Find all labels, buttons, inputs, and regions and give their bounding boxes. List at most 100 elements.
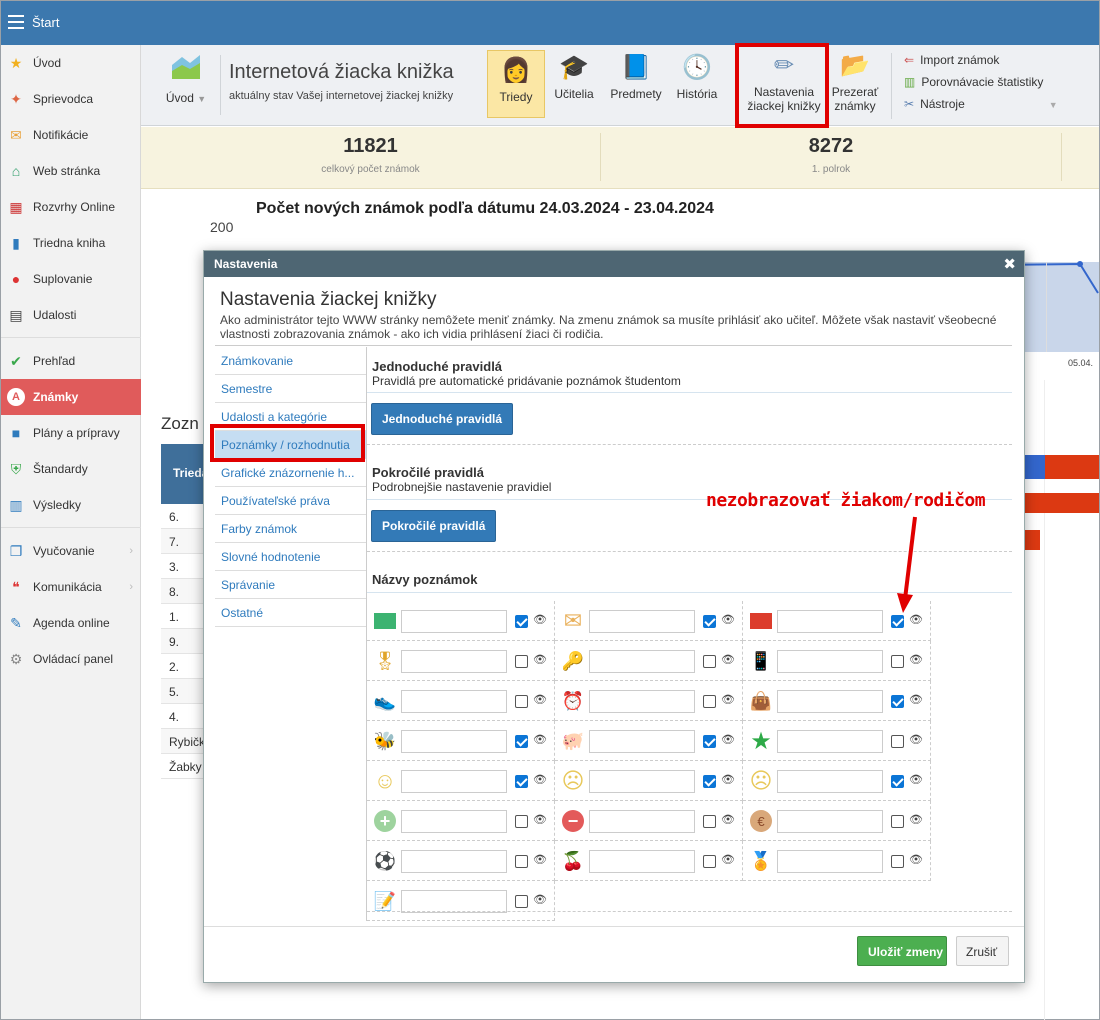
hide-checkbox[interactable] bbox=[891, 775, 904, 788]
table-row[interactable]: 1. bbox=[161, 604, 203, 629]
sidebar-item-znamky[interactable]: A Známky bbox=[1, 379, 141, 415]
hide-checkbox[interactable] bbox=[891, 695, 904, 708]
save-button[interactable]: Uložiť zmeny bbox=[857, 936, 947, 966]
note-name-input[interactable] bbox=[777, 850, 883, 873]
hide-checkbox[interactable] bbox=[515, 695, 528, 708]
nav-item-slovne[interactable]: Slovné hodnotenie bbox=[215, 543, 367, 571]
sidebar-item-vyucovanie[interactable]: ❐ Vyučovanie › bbox=[1, 534, 141, 568]
sidebar-item-udalosti[interactable]: ▤ Udalosti bbox=[1, 298, 141, 332]
note-name-input[interactable] bbox=[401, 890, 507, 913]
sidebar-item-vysledky[interactable]: ▥ Výsledky bbox=[1, 488, 141, 522]
sidebar-item-notifikacie[interactable]: ✉ Notifikácie bbox=[1, 118, 141, 152]
sidebar-item-uvod[interactable]: ★ Úvod bbox=[1, 46, 141, 80]
cancel-button[interactable]: Zrušiť bbox=[956, 936, 1009, 966]
historia-button[interactable]: 🕓 História bbox=[673, 53, 721, 101]
hide-checkbox[interactable] bbox=[891, 655, 904, 668]
note-name-input[interactable] bbox=[401, 730, 507, 753]
note-name-input[interactable] bbox=[777, 810, 883, 833]
sidebar-item-plany[interactable]: ■ Plány a prípravy bbox=[1, 416, 141, 450]
porovnavacie-statistiky-link[interactable]: ▥ Porovnávacie štatistiky bbox=[904, 75, 1043, 89]
list-title: Zozn bbox=[161, 414, 199, 433]
note-name-input[interactable] bbox=[777, 650, 883, 673]
note-name-input[interactable] bbox=[777, 730, 883, 753]
medal-star-icon: 🎖 bbox=[373, 650, 397, 671]
import-znamok-link[interactable]: ⇐ Import známok bbox=[904, 53, 999, 67]
sidebar-item-ovladaci-panel[interactable]: ⚙ Ovládací panel bbox=[1, 642, 141, 676]
table-row[interactable]: Rybičk bbox=[161, 729, 205, 754]
hide-checkbox[interactable] bbox=[515, 815, 528, 828]
uvod-dropdown-button[interactable]: Úvod ▼ bbox=[161, 53, 211, 105]
note-name-input[interactable] bbox=[589, 850, 695, 873]
note-name-input[interactable] bbox=[589, 690, 695, 713]
hide-checkbox[interactable] bbox=[515, 855, 528, 868]
sidebar-item-komunikacia[interactable]: ❝ Komunikácia › bbox=[1, 570, 141, 604]
prezerat-znamky-button[interactable]: 📂 Prezerať známky bbox=[829, 51, 881, 113]
ucitelia-button[interactable]: 🎓 Učitelia bbox=[551, 53, 597, 101]
hide-checkbox[interactable] bbox=[515, 615, 528, 628]
note-name-input[interactable] bbox=[589, 610, 695, 633]
table-row[interactable]: 4. bbox=[161, 704, 203, 729]
chat-icon: ❝ bbox=[12, 578, 20, 595]
table-row[interactable]: Žabky bbox=[161, 754, 203, 779]
note-name-input[interactable] bbox=[589, 730, 695, 753]
sidebar-item-agenda-online[interactable]: ✎ Agenda online bbox=[1, 606, 141, 640]
hide-checkbox[interactable] bbox=[703, 775, 716, 788]
hide-checkbox[interactable] bbox=[703, 655, 716, 668]
hide-checkbox[interactable] bbox=[703, 695, 716, 708]
hide-checkbox[interactable] bbox=[891, 735, 904, 748]
table-row[interactable]: 3. bbox=[161, 554, 203, 579]
hide-checkbox[interactable] bbox=[515, 735, 528, 748]
nav-item-znamkovanie[interactable]: Známkovanie bbox=[215, 347, 367, 375]
nav-item-semestre[interactable]: Semestre bbox=[215, 375, 367, 403]
hide-checkbox[interactable] bbox=[515, 655, 528, 668]
close-icon[interactable]: ✖ bbox=[1003, 255, 1016, 273]
nav-item-farby[interactable]: Farby známok bbox=[215, 515, 367, 543]
top-bar-title[interactable]: Štart bbox=[32, 15, 59, 30]
hide-checkbox[interactable] bbox=[891, 855, 904, 868]
note-name-input[interactable] bbox=[401, 650, 507, 673]
note-name-input[interactable] bbox=[401, 770, 507, 793]
table-row[interactable]: 8. bbox=[161, 579, 203, 604]
sidebar-item-web-stranka[interactable]: ⌂ Web stránka bbox=[1, 154, 141, 188]
note-name-input[interactable] bbox=[589, 810, 695, 833]
hide-checkbox[interactable] bbox=[703, 735, 716, 748]
table-row[interactable]: 7. bbox=[161, 529, 203, 554]
note-name-input[interactable] bbox=[401, 610, 507, 633]
advanced-rules-button[interactable]: Pokročilé pravidlá bbox=[371, 510, 497, 542]
predmety-button[interactable]: 📘 Predmety bbox=[605, 53, 667, 101]
table-row[interactable]: 5. bbox=[161, 679, 203, 704]
pen-icon: ✎ bbox=[10, 614, 22, 631]
table-row[interactable]: 6. bbox=[161, 504, 203, 529]
triedy-button[interactable]: 👩 Triedy bbox=[487, 50, 545, 118]
nav-item-graficke[interactable]: Grafické znázornenie h... bbox=[215, 459, 367, 487]
hide-checkbox[interactable] bbox=[891, 815, 904, 828]
hide-checkbox[interactable] bbox=[703, 815, 716, 828]
sidebar-item-suplovanie[interactable]: ● Suplovanie bbox=[1, 262, 141, 296]
note-name-input[interactable] bbox=[777, 610, 883, 633]
sidebar-item-prehlad[interactable]: ✔ Prehľad bbox=[1, 344, 141, 378]
table-row[interactable]: 9. bbox=[161, 629, 203, 654]
sidebar-item-sprievodca[interactable]: ✦ Sprievodca bbox=[1, 82, 141, 116]
hide-checkbox[interactable] bbox=[703, 855, 716, 868]
hide-checkbox[interactable] bbox=[515, 775, 528, 788]
nastroje-dropdown[interactable]: ✂ Nástroje ▼ bbox=[904, 97, 1058, 111]
hamburger-menu-icon[interactable] bbox=[8, 15, 24, 29]
note-name-input[interactable] bbox=[589, 770, 695, 793]
simple-rules-button[interactable]: Jednoduché pravidlá bbox=[371, 403, 514, 435]
table-row[interactable]: 2. bbox=[161, 654, 203, 679]
hide-checkbox[interactable] bbox=[891, 615, 904, 628]
note-name-input[interactable] bbox=[401, 850, 507, 873]
nav-item-prava[interactable]: Používateľské práva bbox=[215, 487, 367, 515]
nav-item-spravanie[interactable]: Správanie bbox=[215, 571, 367, 599]
note-name-input[interactable] bbox=[401, 690, 507, 713]
note-name-input[interactable] bbox=[401, 810, 507, 833]
nav-item-ostatne[interactable]: Ostatné bbox=[215, 599, 367, 627]
sidebar-item-triedna-kniha[interactable]: ▮ Triedna kniha bbox=[1, 226, 141, 260]
note-name-input[interactable] bbox=[589, 650, 695, 673]
sidebar-item-rozvrhy-online[interactable]: ▦ Rozvrhy Online bbox=[1, 190, 141, 224]
note-name-input[interactable] bbox=[777, 770, 883, 793]
note-name-input[interactable] bbox=[777, 690, 883, 713]
hide-checkbox[interactable] bbox=[515, 895, 528, 908]
hide-checkbox[interactable] bbox=[703, 615, 716, 628]
sidebar-item-standardy[interactable]: ⛨ Štandardy bbox=[1, 452, 141, 486]
